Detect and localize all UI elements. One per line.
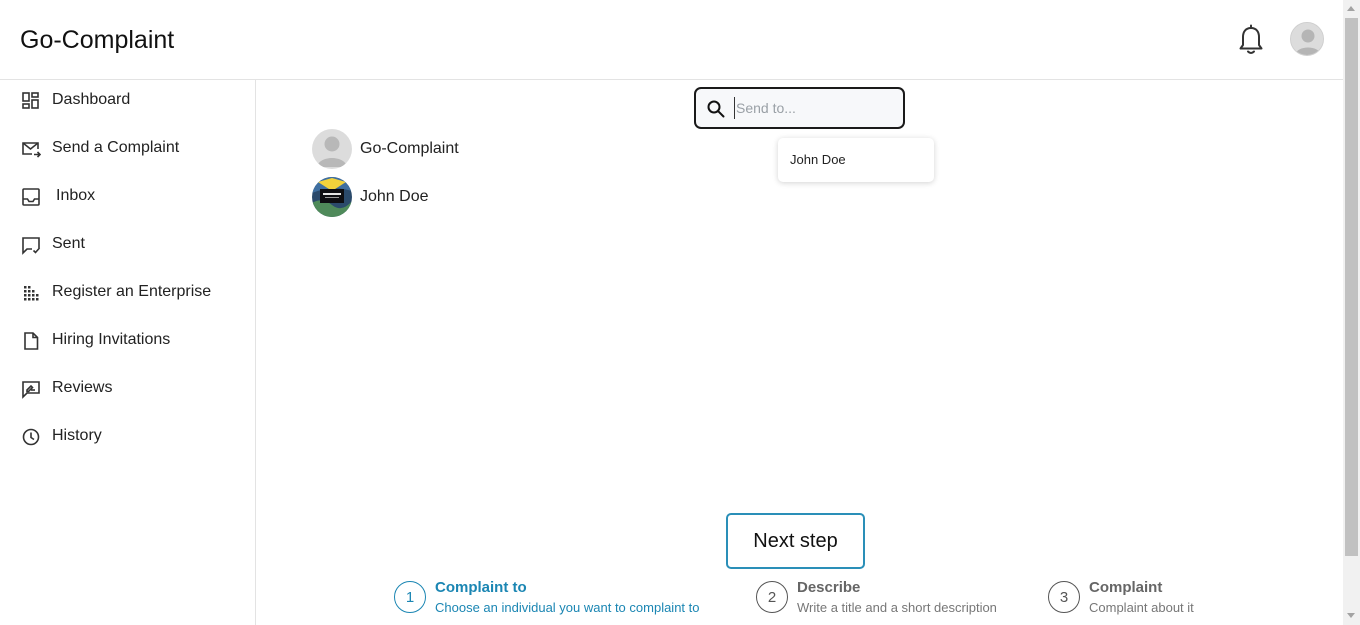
sidebar-item-label: Register an Enterprise [52, 283, 212, 300]
step-complaint[interactable]: 3 Complaint Complaint about it [1048, 578, 1228, 618]
sidebar-item-reviews[interactable]: Reviews [0, 368, 255, 412]
sidebar-item-label: History [52, 427, 102, 444]
sidebar-item-label: Inbox [56, 187, 96, 204]
inbox-icon [22, 188, 40, 206]
step-number: 1 [394, 581, 426, 613]
contact-name: John Doe [360, 188, 429, 205]
search-icon [707, 100, 725, 118]
sidebar-item-dashboard[interactable]: Dashboard [0, 80, 255, 124]
step-number: 3 [1048, 581, 1080, 613]
dashboard-icon [22, 92, 39, 109]
search-suggestions: John Doe [778, 138, 934, 182]
sidebar-item-inbox[interactable]: Inbox [0, 176, 255, 220]
send-to-search[interactable] [694, 87, 905, 129]
sidebar-item-label: Send a Complaint [52, 139, 180, 156]
sidebar-item-register-enterprise[interactable]: Register an Enterprise [0, 272, 255, 316]
scrollbar-thumb[interactable] [1345, 18, 1358, 556]
send-mail-icon [22, 142, 41, 158]
step-description: Write a title and a short description [797, 600, 997, 615]
step-title: Complaint [1089, 579, 1163, 596]
sidebar-item-label: Reviews [52, 379, 113, 396]
clock-icon [22, 428, 40, 446]
suggestion-option[interactable]: John Doe [790, 152, 846, 167]
sidebar-item-label: Hiring Invitations [52, 331, 171, 348]
sidebar-item-label: Dashboard [52, 91, 131, 108]
page-scrollbar[interactable] [1343, 0, 1360, 625]
van-gogh-avatar [312, 177, 352, 217]
next-step-button[interactable]: Next step [726, 513, 865, 569]
review-icon [22, 381, 40, 399]
sidebar-item-history[interactable]: History [0, 416, 255, 460]
step-description: Complaint about it [1089, 600, 1194, 615]
sidebar-item-sent[interactable]: Sent [0, 224, 255, 268]
bell-icon[interactable] [1236, 24, 1266, 56]
profile-avatar[interactable] [1290, 22, 1324, 56]
default-avatar [312, 129, 352, 169]
scroll-down-arrow[interactable] [1347, 613, 1355, 618]
step-number: 2 [756, 581, 788, 613]
step-complaint-to[interactable]: 1 Complaint to Choose an individual you … [394, 578, 734, 618]
step-describe[interactable]: 2 Describe Write a title and a short des… [756, 578, 1026, 618]
contact-item[interactable]: Go-Complaint [312, 129, 612, 169]
sidebar-item-send-complaint[interactable]: Send a Complaint [0, 128, 255, 172]
sidebar-item-hiring-invitations[interactable]: Hiring Invitations [0, 320, 255, 364]
building-icon [24, 286, 39, 301]
top-header: Go-Complaint [0, 0, 1343, 80]
sidebar: Dashboard Send a Complaint Inbox Sent Re… [0, 80, 256, 625]
step-title: Describe [797, 579, 861, 596]
contact-item[interactable]: John Doe [312, 177, 612, 217]
sent-icon [22, 237, 41, 255]
scroll-up-arrow[interactable] [1347, 6, 1355, 11]
sidebar-item-label: Sent [52, 235, 85, 252]
document-icon [24, 332, 39, 350]
search-input[interactable] [734, 97, 894, 119]
avatar-icon [1291, 23, 1323, 55]
step-title: Complaint to [435, 579, 527, 596]
contact-name: Go-Complaint [360, 140, 459, 157]
app-title: Go-Complaint [20, 26, 175, 54]
step-description: Choose an individual you want to complai… [435, 600, 700, 615]
